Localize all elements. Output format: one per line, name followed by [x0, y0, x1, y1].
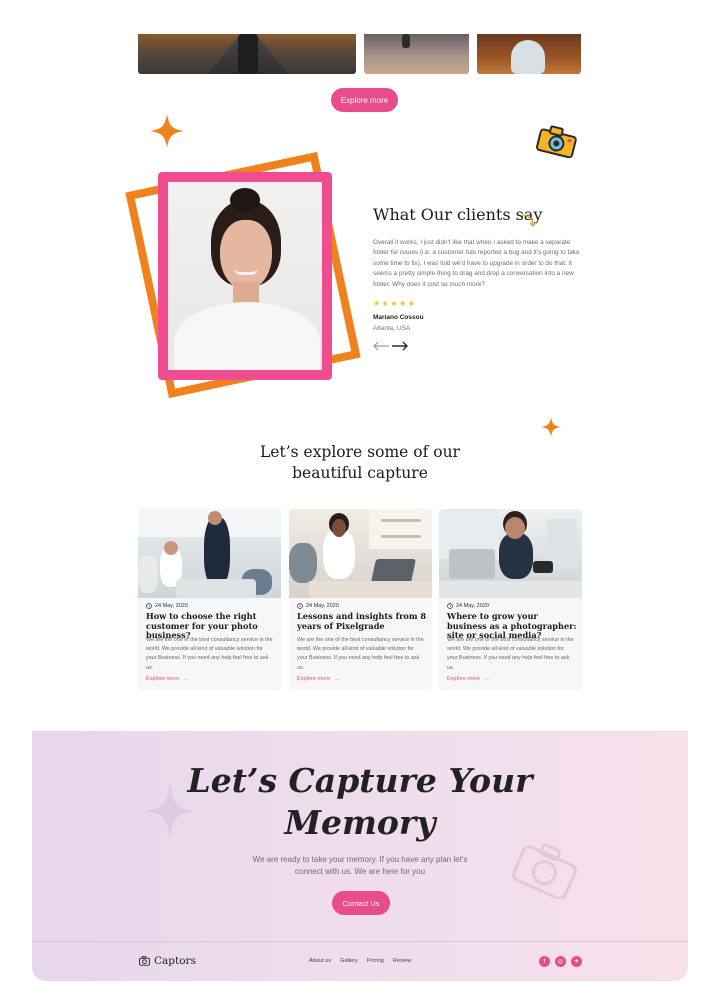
star-icon: ★ — [399, 299, 407, 308]
client-location: Atlanta, USA — [373, 325, 411, 332]
blog-card-text: We are the one of the best consultancy s… — [297, 637, 424, 671]
blog-card-text: We are the one of the best consultancy s… — [447, 637, 574, 671]
blog-card[interactable]: 24 May, 2020 How to choose the right cus… — [138, 509, 281, 690]
clock-icon — [447, 603, 453, 609]
arrow-right-icon: → — [334, 676, 340, 682]
arrow-right-icon: → — [484, 676, 490, 682]
testimonial-quote: Overall it works, I just didn't like tha… — [373, 239, 580, 288]
explore-more-button[interactable]: Explore more — [331, 88, 398, 112]
camera-icon — [536, 125, 577, 158]
cta-subtitle: We are ready to take your memory. If you… — [252, 855, 468, 876]
arrow-right-icon: → — [183, 676, 189, 682]
gallery-image-autumn[interactable] — [477, 34, 581, 74]
nav-link-review[interactable]: Review — [393, 958, 411, 964]
testimonial-title: What Our clients say — [373, 205, 543, 224]
blog-card[interactable]: 24 May, 2020 Lessons and insights from 8… — [289, 509, 432, 690]
blog-card-image — [439, 509, 582, 598]
blog-card-image — [138, 509, 281, 598]
camera-logo-icon — [139, 956, 150, 966]
gallery-image-road[interactable] — [138, 34, 356, 74]
footer-nav: About us Gallery Pricing Review — [309, 958, 411, 964]
sparkle-icon — [541, 417, 561, 437]
blog-card-explore-link[interactable]: Explore more → — [146, 676, 189, 682]
instagram-icon[interactable]: ◎ — [555, 956, 566, 967]
section-title: Let’s explore some of our — [260, 443, 460, 461]
cta-title: Let’s Capture Your — [187, 761, 533, 800]
star-icon: ★ — [373, 299, 381, 308]
clock-icon — [146, 603, 152, 609]
blog-card-date-text: 24 May, 2020 — [456, 603, 489, 609]
facebook-icon[interactable]: f — [539, 956, 550, 967]
blog-card-explore-link[interactable]: Explore more → — [297, 676, 340, 682]
blog-card-explore-link[interactable]: Explore more → — [447, 676, 490, 682]
brand-name: Captors — [154, 955, 196, 967]
blog-card-title[interactable]: Lessons and insights from 8 years of Pix… — [297, 611, 427, 631]
blog-card-link-label: Explore more — [297, 676, 331, 682]
cta-title: Memory — [284, 803, 436, 842]
blog-card-date: 24 May, 2020 — [146, 603, 188, 609]
blog-card-date-text: 24 May, 2020 — [306, 603, 339, 609]
cta-section: Let’s Capture Your Memory We are ready t… — [32, 731, 688, 981]
next-arrow-icon[interactable] — [391, 340, 409, 352]
section-title: beautiful capture — [292, 464, 428, 482]
client-name: Mariano Cossou — [373, 314, 424, 321]
blog-card-date: 24 May, 2020 — [447, 603, 489, 609]
previous-arrow-icon[interactable] — [372, 340, 390, 352]
star-icon: ★ — [407, 299, 415, 308]
sparkle-icon — [150, 114, 184, 148]
nav-link-gallery[interactable]: Gallery — [340, 958, 358, 964]
contact-us-button[interactable]: Contact Us — [332, 891, 390, 915]
nav-link-about[interactable]: About us — [309, 958, 331, 964]
clock-icon — [297, 603, 303, 609]
blog-card-image — [289, 509, 432, 598]
blog-card-link-label: Explore more — [146, 676, 180, 682]
star-icon: ★ — [381, 299, 389, 308]
curved-arrow-icon — [521, 214, 537, 228]
blog-card-date: 24 May, 2020 — [297, 603, 339, 609]
blog-card-link-label: Explore more — [447, 676, 481, 682]
star-icon: ★ — [390, 299, 398, 308]
gallery-image-beach[interactable] — [364, 34, 469, 74]
social-links: f ◎ ✦ — [539, 956, 582, 967]
rating-stars: ★ ★ ★ ★ ★ — [373, 299, 415, 308]
camera-outline-icon — [511, 843, 577, 899]
twitter-icon[interactable]: ✦ — [571, 956, 582, 967]
footer-brand[interactable]: Captors — [139, 955, 196, 967]
blog-card-date-text: 24 May, 2020 — [155, 603, 188, 609]
blog-card-text: We are the one of the best consultancy s… — [146, 637, 273, 671]
client-photo — [158, 172, 332, 380]
nav-link-pricing[interactable]: Pricing — [367, 958, 384, 964]
blog-card[interactable]: 24 May, 2020 Where to grow your business… — [439, 509, 582, 690]
footer-divider — [32, 941, 688, 942]
